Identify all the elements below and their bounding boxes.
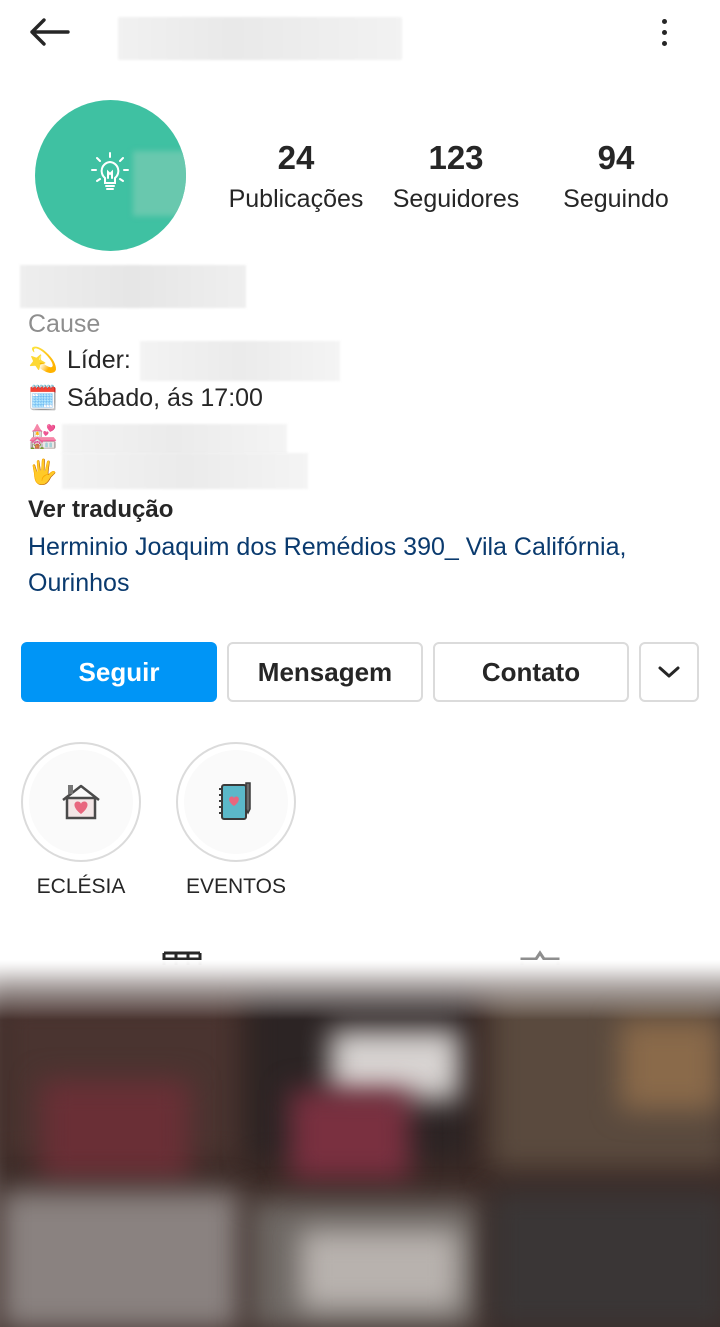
posts-count: 24	[277, 139, 315, 176]
posts-label: Publicações	[228, 185, 364, 213]
followers-label: Seguidores	[392, 185, 520, 213]
more-vertical-icon	[661, 18, 667, 24]
follow-button[interactable]: Seguir	[21, 642, 217, 702]
followers-count: 123	[428, 139, 484, 176]
notebook-heart-icon	[219, 782, 251, 820]
leader-name-blurred	[140, 341, 340, 381]
back-button[interactable]	[24, 12, 74, 52]
top-bar	[0, 0, 720, 62]
message-button[interactable]: Mensagem	[227, 642, 423, 702]
followers-stat[interactable]: 123 Seguidores	[385, 136, 527, 218]
highlight-label: ECLÉSIA	[36, 875, 126, 898]
profile-avatar[interactable]	[35, 100, 186, 251]
arrow-left-icon	[30, 18, 70, 46]
bio-schedule-text: Sábado, ás 17:00	[66, 384, 263, 412]
profile-category: Cause	[28, 310, 101, 338]
see-translation-link[interactable]: Ver tradução	[28, 492, 173, 528]
address-link[interactable]: Herminio Joaquim dos Remédios 390_ Vila …	[28, 529, 708, 601]
posts-grid-blurred[interactable]	[0, 960, 720, 1327]
bio-leader-label: Líder:	[66, 346, 131, 374]
profile-name-blurred	[20, 265, 246, 308]
wedding-chapel-icon: 💒	[28, 423, 58, 450]
house-heart-icon	[62, 784, 100, 820]
suggested-accounts-button[interactable]	[639, 642, 699, 702]
contact-button[interactable]: Contato	[433, 642, 629, 702]
username-title-blurred	[118, 17, 402, 60]
highlight-eventos[interactable]: EVENTOS	[176, 742, 296, 902]
raised-hand-icon: 🖐	[28, 459, 58, 486]
following-label: Seguindo	[563, 185, 669, 213]
more-options-button[interactable]	[650, 12, 678, 52]
following-count: 94	[597, 139, 635, 176]
lightbulb-icon	[91, 152, 129, 190]
highlight-label: EVENTOS	[186, 875, 286, 898]
bio-leader-line: 💫 Líder:	[28, 342, 131, 379]
highlight-eclesia[interactable]: ECLÉSIA	[21, 742, 141, 902]
posts-stat[interactable]: 24 Publicações	[220, 136, 372, 218]
bio-schedule-line: 🗓️ Sábado, ás 17:00	[28, 380, 263, 417]
church-text-blurred	[62, 424, 287, 454]
bio-church-line: 💒	[28, 418, 60, 455]
dizzy-icon: 💫	[28, 347, 58, 374]
calendar-icon: 🗓️	[28, 385, 58, 412]
chevron-down-icon	[658, 666, 680, 678]
hand-text-blurred	[62, 453, 308, 489]
following-stat[interactable]: 94 Seguindo	[556, 136, 676, 218]
bio-hand-line: 🖐	[28, 454, 60, 491]
avatar-logo-blurred	[133, 151, 186, 216]
